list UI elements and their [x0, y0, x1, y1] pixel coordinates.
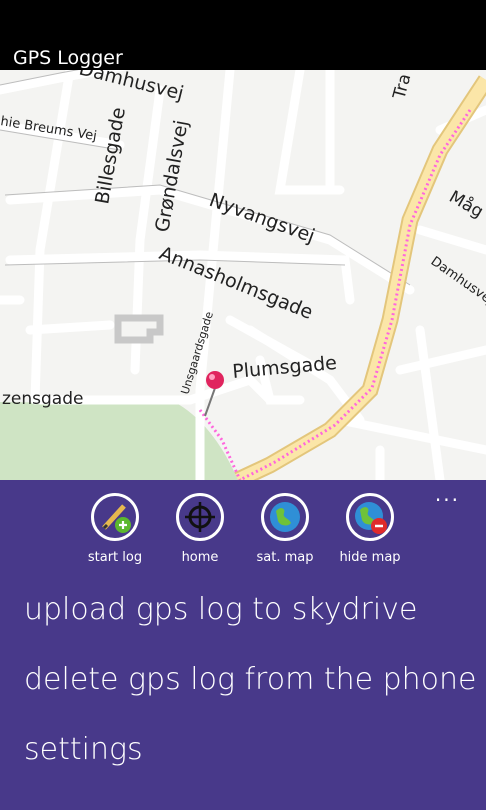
menu-item-upload-skydrive[interactable]: upload gps log to skydrive [24, 592, 417, 627]
crosshair-icon [176, 493, 224, 541]
start-log-label: start log [87, 550, 143, 565]
application-bar: ... start log home sat. map hide map upl… [0, 480, 486, 810]
start-log-button[interactable]: start log [72, 493, 158, 565]
street-label-damhusvej: Damhusvej [77, 70, 186, 105]
menu-item-settings[interactable]: settings [24, 732, 143, 767]
street-label-mag: Måg [446, 186, 486, 222]
home-label: home [181, 550, 219, 565]
globe-remove-icon [346, 493, 394, 541]
globe-icon [261, 493, 309, 541]
menu-item-delete-log[interactable]: delete gps log from the phone [24, 662, 477, 697]
more-options-button[interactable]: ... [435, 482, 460, 506]
pencil-add-icon [91, 493, 139, 541]
street-label-nyvangsvej: Nyvangsvej [206, 189, 317, 247]
home-button[interactable]: home [157, 493, 243, 565]
street-label-breums-vej: hie Breums Vej [0, 114, 98, 144]
street-label-damhusvej-right: Damhusvej [428, 254, 486, 308]
building-outline [114, 314, 164, 344]
sat-map-label: sat. map [256, 550, 314, 565]
street-label-zensgade: zensgade [2, 389, 83, 409]
hide-map-button[interactable]: hide map [327, 493, 413, 565]
hide-map-label: hide map [339, 550, 401, 565]
street-label-tra: Tra [389, 72, 415, 103]
map-view[interactable]: Damhusvej hie Breums Vej Billesgade Grøn… [0, 70, 486, 480]
app-title: GPS Logger [13, 47, 123, 69]
map-canvas[interactable]: Damhusvej hie Breums Vej Billesgade Grøn… [0, 70, 486, 480]
sat-map-button[interactable]: sat. map [242, 493, 328, 565]
